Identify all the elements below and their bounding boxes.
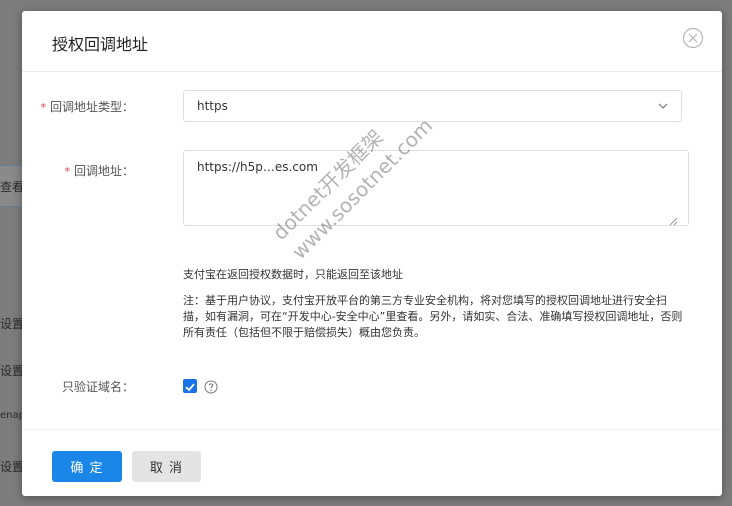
checkmark-icon [185, 383, 195, 392]
close-icon [682, 27, 704, 49]
security-note: 注：基于用户协议，支付宝开放平台的第三方专业安全机构，将对您填写的授权回调地址进… [183, 294, 683, 339]
required-mark: * [64, 165, 70, 178]
background-text-2: 设置 [0, 364, 22, 378]
background-tab: 查看 [0, 165, 22, 207]
help-button[interactable] [204, 379, 218, 394]
callback-type-value: https [197, 99, 228, 113]
verify-domain-checkbox[interactable] [183, 379, 197, 393]
callback-url-label: * 回调地址： [64, 164, 134, 178]
callback-url-input[interactable]: https://h5p…es.com [183, 150, 689, 226]
background-text-1: 设置 [0, 317, 22, 331]
dialog-title: 授权回调地址 [52, 35, 149, 54]
footer-divider [22, 429, 722, 430]
resize-handle-icon[interactable] [668, 216, 678, 226]
verify-domain-label: 只验证域名： [61, 380, 134, 394]
question-icon [204, 380, 218, 394]
authorize-callback-dialog: 授权回调地址 * 回调地址类型： https * 回调地址： https://h5p… [22, 11, 722, 496]
confirm-button[interactable]: 确 定 [52, 451, 122, 482]
callback-hint: 支付宝在返回授权数据时，只能返回至该地址 [183, 268, 403, 281]
background-tab-text: 查看 [0, 180, 22, 194]
callback-type-label: * 回调地址类型： [40, 100, 134, 114]
cancel-button[interactable]: 取 消 [132, 451, 201, 482]
close-button[interactable] [682, 27, 704, 49]
dialog-header: 授权回调地址 [22, 11, 722, 72]
chevron-down-icon [658, 103, 668, 109]
background-text-3: enap [0, 410, 22, 421]
callback-type-select[interactable]: https [183, 90, 682, 122]
background-text-4: 设置 [0, 460, 22, 474]
required-mark: * [40, 101, 46, 114]
